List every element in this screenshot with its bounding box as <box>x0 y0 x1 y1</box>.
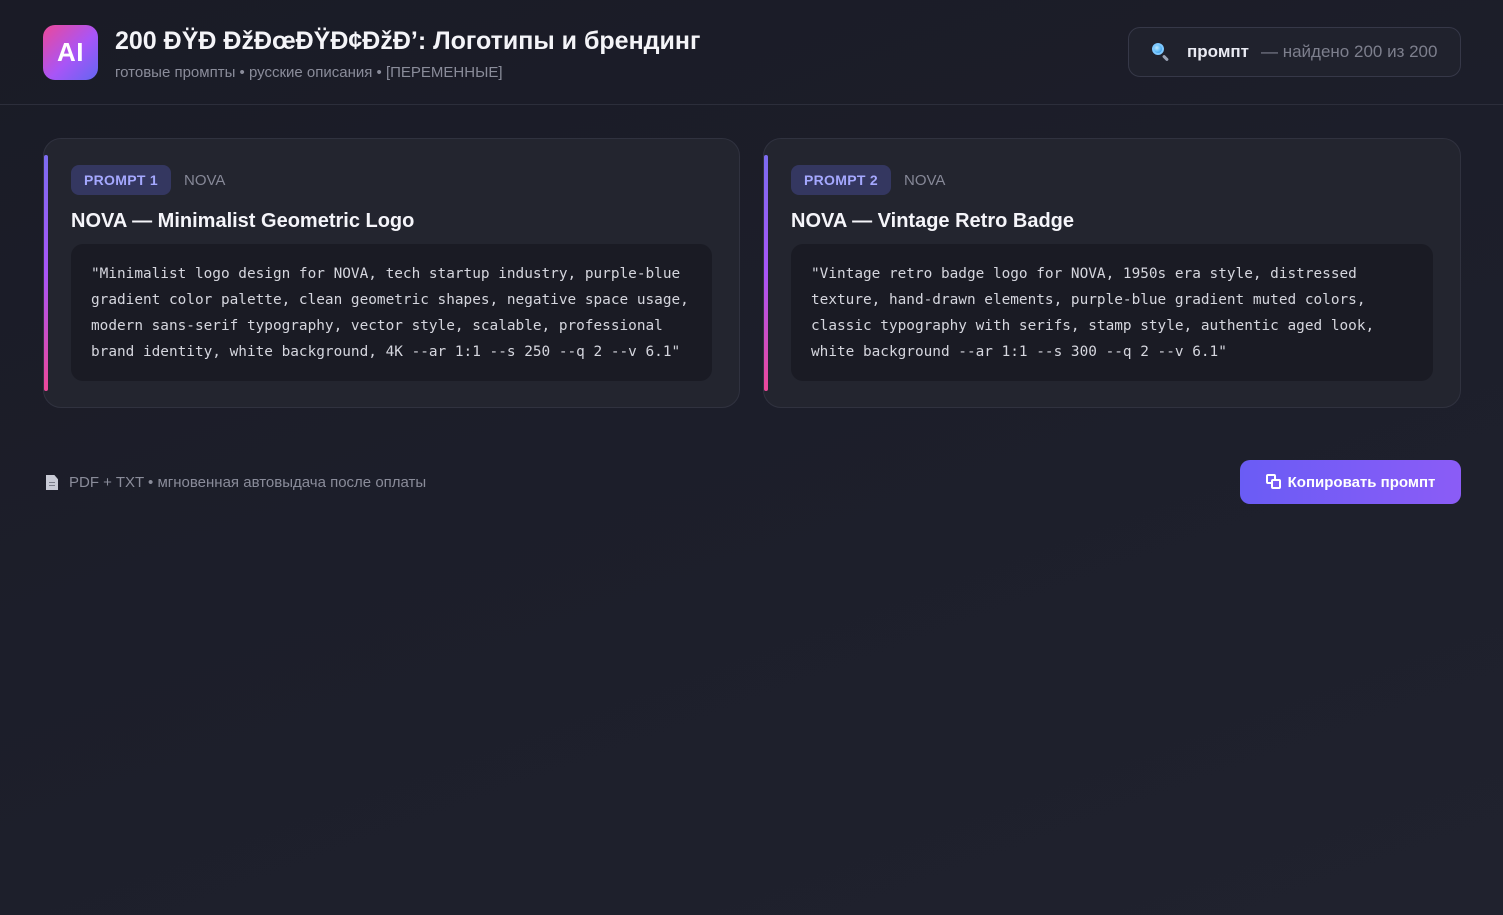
brand-label: NOVA <box>904 172 946 189</box>
search-result-count: — найдено 200 из 200 <box>1260 42 1438 61</box>
page-subtitle: готовые промпты • русские описания • [ПЕ… <box>115 64 503 81</box>
card-accent-bar <box>764 155 768 391</box>
copy-prompt-button[interactable]: Копировать промпт <box>1240 460 1461 504</box>
prompt-card: PROMPT 2 NOVA NOVA — Vintage Retro Badge… <box>763 138 1461 408</box>
search-icon <box>1151 42 1171 62</box>
card-title: NOVA — Minimalist Geometric Logo <box>71 210 415 232</box>
prompt-text[interactable]: "Vintage retro badge logo for NOVA, 1950… <box>791 244 1433 381</box>
search-query[interactable]: промпт <box>1187 42 1249 62</box>
card-title: NOVA — Vintage Retro Badge <box>791 210 1075 232</box>
page-header: AI 200 ÐŸÐ ÐžÐœÐŸÐ¢ÐžÐ’: Логотипы и брен… <box>0 0 1503 105</box>
logo-text: AI <box>57 37 84 67</box>
card-accent-bar <box>44 155 48 391</box>
page-title: 200 ÐŸÐ ÐžÐœÐŸÐ¢ÐžÐ’: Логотипы и брендин… <box>115 27 701 55</box>
app-logo: AI <box>43 25 98 80</box>
prompt-badge: PROMPT 2 <box>791 165 891 195</box>
delivery-note: PDF + TXT • мгновенная автовыдача после … <box>46 474 426 491</box>
delivery-note-text: PDF + TXT • мгновенная автовыдача после … <box>69 474 427 491</box>
prompt-text[interactable]: "Minimalist logo design for NOVA, tech s… <box>71 244 712 381</box>
copy-icon <box>1265 474 1282 490</box>
search-box[interactable]: промпт — найдено 200 из 200 <box>1128 27 1461 77</box>
prompt-card: PROMPT 1 NOVA NOVA — Minimalist Geometri… <box>43 138 740 408</box>
copy-button-label: Копировать промпт <box>1287 473 1436 491</box>
brand-label: NOVA <box>184 172 226 189</box>
document-icon <box>46 475 58 490</box>
prompt-badge: PROMPT 1 <box>71 165 171 195</box>
